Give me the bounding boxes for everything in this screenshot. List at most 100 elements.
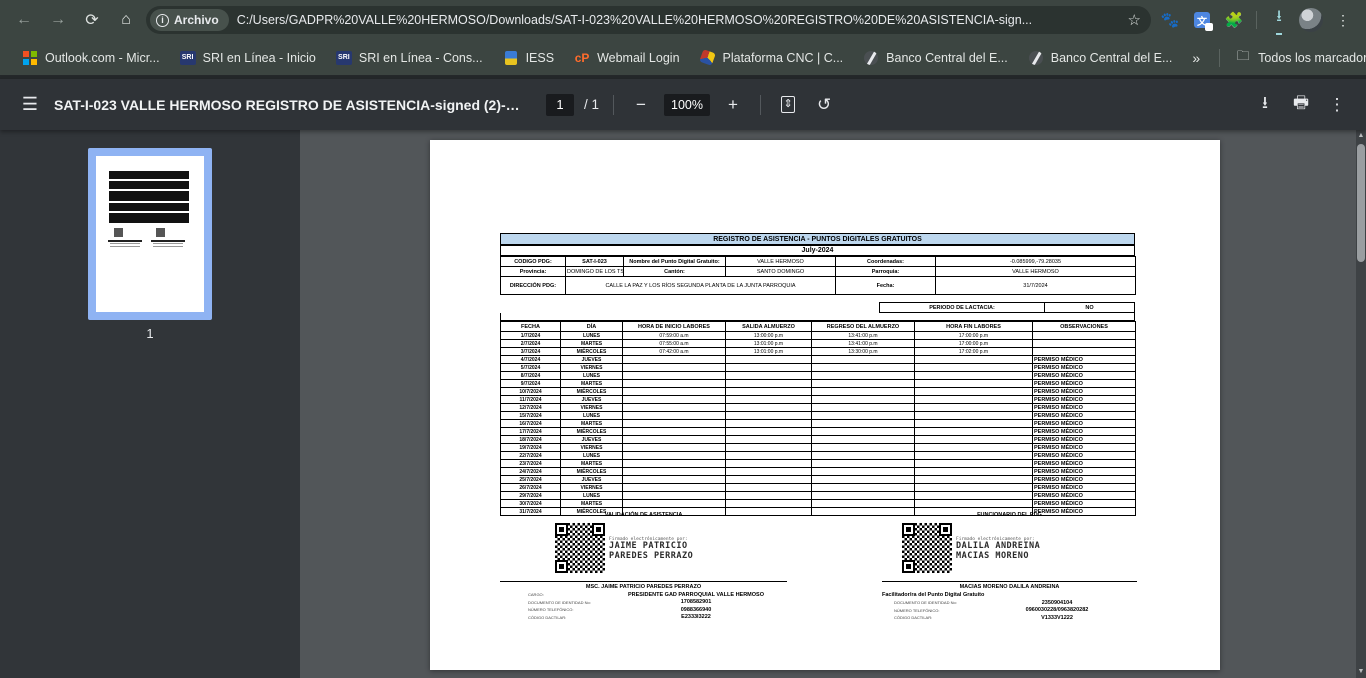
sri-icon: SRI	[336, 50, 352, 66]
file-chip-label: Archivo	[174, 13, 219, 27]
bookmark-star-icon[interactable]: ☆	[1128, 11, 1141, 29]
table-row: 16/7/2024MARTESPERMISO MÉDICO	[501, 420, 1136, 428]
file-scheme-chip[interactable]: i Archivo	[150, 9, 229, 31]
table-row: 22/7/2024LUNESPERMISO MÉDICO	[501, 452, 1136, 460]
table-row: 1/7/2024LUNES07:59:00 a.m13:00:00 p.m13:…	[501, 332, 1136, 340]
sri-icon: SRI	[180, 50, 196, 66]
scroll-down-icon[interactable]: ▼	[1356, 666, 1366, 678]
table-row: 25/7/2024JUEVESPERMISO MÉDICO	[501, 476, 1136, 484]
signature-block-official: FUNCIONARIO DEL PDG Firmado electrónicam…	[882, 512, 1137, 622]
table-row: 11/7/2024JUEVESPERMISO MÉDICO	[501, 396, 1136, 404]
table-row: 10/7/2024MIÉRCOLESPERMISO MÉDICO	[501, 388, 1136, 396]
table-row: 4/7/2024JUEVESPERMISO MÉDICO	[501, 356, 1136, 364]
bookmark-cnc[interactable]: Plataforma CNC | C...	[692, 46, 852, 70]
page-thumbnail[interactable]	[88, 148, 212, 320]
signer-id: 1708582901	[605, 599, 787, 605]
extensions-puzzle-icon[interactable]: 🧩	[1221, 7, 1247, 33]
page-number-input[interactable]: 1	[546, 94, 574, 116]
zoom-in-icon[interactable]: +	[720, 92, 746, 118]
table-row: 26/7/2024VIERNESPERMISO MÉDICO	[501, 484, 1136, 492]
bookmarks-overflow-icon[interactable]: »	[1184, 50, 1208, 66]
table-row: 29/7/2024LUNESPERMISO MÉDICO	[501, 492, 1136, 500]
table-row: 19/7/2024VIERNESPERMISO MÉDICO	[501, 444, 1136, 452]
cpanel-icon: cP	[574, 50, 590, 66]
bookmark-sri-inicio[interactable]: SRI SRI en Línea - Inicio	[172, 46, 324, 70]
qr-code-icon	[555, 523, 605, 573]
table-row: 24/7/2024MIÉRCOLESPERMISO MÉDICO	[501, 468, 1136, 476]
browser-window: ← → ⟳ ⌂ i Archivo C:/Users/GADPR%20VALLE…	[0, 0, 1366, 678]
scroll-up-icon[interactable]: ▲	[1356, 130, 1366, 142]
header-info-table: CODIGO PDG: SAT-I-023 Nombre del Punto D…	[500, 256, 1136, 295]
lactation-table: PERIODO DE LACTACIA: NO	[879, 302, 1135, 313]
bookmark-webmail[interactable]: cP Webmail Login	[566, 46, 687, 70]
bookmark-iess[interactable]: IESS	[495, 46, 563, 70]
table-row: 12/7/2024VIERNESPERMISO MÉDICO	[501, 404, 1136, 412]
signer-phone: 0960030228/0963820282	[977, 607, 1137, 613]
signer-id: 2350904104	[977, 600, 1137, 606]
table-row: PERIODO DE LACTACIA: NO	[880, 303, 1135, 313]
bookmark-bce-2[interactable]: Banco Central del E...	[1020, 46, 1181, 70]
toolbar-divider	[1256, 11, 1257, 29]
pdf-menu-icon[interactable]: ☰	[16, 94, 44, 115]
signer-role: PRESIDENTE GAD PARROQUIAL VALLE HERMOSO	[605, 592, 787, 598]
pdf-toolbar: ☰ SAT-I-023 VALLE HERMOSO REGISTRO DE AS…	[0, 79, 1366, 130]
table-row: DIRECCIÓN PDG: CALLE LA PAZ Y LOS RÍOS S…	[501, 277, 1136, 295]
sheet-title: REGISTRO DE ASISTENCIA - PUNTOS DIGITALE…	[501, 234, 1135, 245]
bookmarks-divider	[1219, 49, 1220, 67]
iess-icon	[503, 50, 519, 66]
signature-section: VALIDACIÓN DE ASISTENCIA Firmado electró…	[500, 512, 1135, 652]
attendance-sheet: REGISTRO DE ASISTENCIA - PUNTOS DIGITALE…	[500, 233, 1135, 516]
downloads-icon[interactable]: ⭳	[1266, 7, 1292, 33]
signer-name: MACIAS MORENO DALILA ANDREINA	[882, 584, 1137, 590]
zoom-level-input[interactable]: 100%	[664, 94, 710, 116]
qr-code-icon	[902, 523, 952, 573]
table-row: 3/7/2024MIÉRCOLES07:42:00 a.m13:01:00 p.…	[501, 348, 1136, 356]
microsoft-icon	[22, 50, 38, 66]
signer-dactilar: V1333V1222	[977, 615, 1137, 621]
url-text[interactable]: C:/Users/GADPR%20VALLE%20HERMOSO/Downloa…	[237, 13, 1120, 27]
vertical-scrollbar[interactable]: ▲ ▼	[1356, 130, 1366, 678]
attendance-header-row: FECHA DÍA HORA DE INICIO LABORES SALIDA …	[501, 322, 1136, 332]
bookmarks-bar: Outlook.com - Micr... SRI SRI en Línea -…	[0, 40, 1366, 75]
pdf-download-icon[interactable]: ⭳	[1252, 92, 1278, 118]
table-row: 9/7/2024MARTESPERMISO MÉDICO	[501, 380, 1136, 388]
cnc-icon	[700, 50, 716, 66]
attendance-body: 1/7/2024LUNES07:59:00 a.m13:00:00 p.m13:…	[501, 332, 1136, 516]
scrollbar-thumb[interactable]	[1357, 144, 1365, 262]
bookmark-outlook[interactable]: Outlook.com - Micr...	[14, 46, 168, 70]
translate-icon[interactable]: 文	[1189, 7, 1215, 33]
extension-icon[interactable]: 🐾	[1157, 7, 1183, 33]
pdf-title: SAT-I-023 VALLE HERMOSO REGISTRO DE ASIS…	[54, 97, 524, 113]
signature-section-title: FUNCIONARIO DEL PDG	[882, 512, 1137, 518]
table-row: CODIGO PDG: SAT-I-023 Nombre del Punto D…	[501, 257, 1136, 267]
bookmark-sri-consultas[interactable]: SRI SRI en Línea - Cons...	[328, 46, 491, 70]
forward-icon[interactable]: →	[44, 6, 72, 34]
all-bookmarks-button[interactable]: 🗀 Todos los marcadores	[1227, 46, 1366, 70]
browser-menu-icon[interactable]: ⋮	[1330, 7, 1356, 33]
document-page: REGISTRO DE ASISTENCIA - PUNTOS DIGITALE…	[430, 140, 1220, 670]
reload-icon[interactable]: ⟳	[78, 6, 106, 34]
rotate-icon[interactable]: ↻	[811, 92, 837, 118]
print-icon[interactable]: 🖶	[1288, 92, 1314, 118]
paw-icon: 🐾	[1161, 11, 1180, 29]
address-bar[interactable]: i Archivo C:/Users/GADPR%20VALLE%20HERMO…	[146, 6, 1151, 34]
pdf-more-icon[interactable]: ⋮	[1324, 92, 1350, 118]
pdf-viewer: 1 REGISTRO DE ASISTENCIA - PUNTOS DIGITA…	[0, 130, 1366, 678]
table-row: 2/7/2024MARTES07:55:00 a.m13:01:00 p.m13…	[501, 340, 1136, 348]
table-row: 18/7/2024JUEVESPERMISO MÉDICO	[501, 436, 1136, 444]
signature-section-title: VALIDACIÓN DE ASISTENCIA	[500, 512, 787, 518]
home-icon[interactable]: ⌂	[112, 6, 140, 34]
profile-avatar[interactable]	[1298, 7, 1324, 33]
fit-page-icon[interactable]	[775, 92, 801, 118]
zoom-out-icon[interactable]: −	[628, 92, 654, 118]
signer-name: MSC. JAIME PATRICIO PAREDES PERRAZO	[500, 584, 787, 590]
bce-icon	[863, 50, 879, 66]
attendance-table: FECHA DÍA HORA DE INICIO LABORES SALIDA …	[500, 321, 1136, 516]
table-row: 5/7/2024VIERNESPERMISO MÉDICO	[501, 364, 1136, 372]
sheet-month: July-2024	[501, 246, 1135, 256]
back-icon[interactable]: ←	[10, 6, 38, 34]
table-row: 17/7/2024MIÉRCOLESPERMISO MÉDICO	[501, 428, 1136, 436]
signature-line	[882, 581, 1137, 582]
bookmark-bce-1[interactable]: Banco Central del E...	[855, 46, 1016, 70]
signer-dactilar: E2333I3222	[605, 614, 787, 620]
